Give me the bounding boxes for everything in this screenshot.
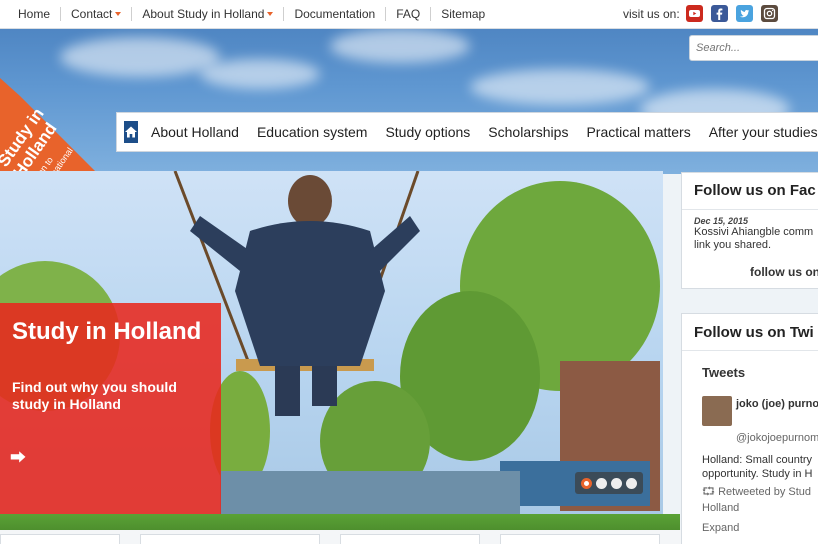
- facebook-icon[interactable]: [711, 5, 728, 22]
- retweet-icon: ⮔: [702, 486, 719, 498]
- avatar[interactable]: [702, 396, 732, 426]
- content-card[interactable]: [340, 534, 480, 544]
- twitter-panel: Follow us on Twi Tweets joko (joe) purno…: [681, 313, 818, 544]
- top-navigation: Home Contact About Study in Holland Docu…: [8, 0, 495, 28]
- retweet-info: ⮔ Retweeted by Stud: [702, 486, 811, 499]
- promo-title: Study in Holland: [12, 318, 202, 345]
- topnav-faq-label: FAQ: [396, 7, 421, 21]
- topnav-home-label: Home: [18, 7, 51, 21]
- topnav-faq-link[interactable]: FAQ: [386, 7, 432, 21]
- fb-post-date: Dec 15, 2015: [694, 216, 749, 226]
- content-card[interactable]: [500, 534, 660, 544]
- nav-scholarships[interactable]: Scholarships: [479, 124, 577, 140]
- fb-post-line-2: link you shared.: [694, 239, 772, 251]
- slider-dot-3[interactable]: [611, 477, 622, 489]
- tweet-expand-link[interactable]: Expand: [702, 522, 739, 535]
- topnav-about-link[interactable]: About Study in Holland: [132, 7, 285, 21]
- slider-dot-2[interactable]: [596, 477, 607, 489]
- topnav-documentation-label: Documentation: [294, 7, 376, 21]
- tweet-text-2: opportunity. Study in H: [702, 468, 813, 480]
- nav-after-your-studies[interactable]: After your studies: [700, 124, 818, 140]
- facebook-panel-title: Follow us on Fac: [694, 182, 816, 199]
- top-bar: Home Contact About Study in Holland Docu…: [0, 0, 818, 29]
- retweet-text: Retweeted by Stud: [718, 486, 812, 498]
- tweets-heading: Tweets: [702, 365, 746, 380]
- study-in-holland-promo[interactable]: Study in Holland Find out why you should…: [0, 303, 221, 514]
- instagram-icon[interactable]: [761, 5, 778, 22]
- topnav-home-link[interactable]: Home: [8, 7, 62, 21]
- slider-pagination: [575, 472, 643, 494]
- fb-follow-link[interactable]: follow us on: [682, 252, 818, 279]
- topnav-contact-label: Contact: [71, 7, 113, 21]
- content-card[interactable]: [0, 534, 120, 544]
- topnav-sitemap-label: Sitemap: [441, 7, 486, 21]
- chevron-down-icon: [267, 12, 274, 16]
- arrow-right-icon[interactable]: ⮕: [10, 444, 28, 467]
- slider-dot-4[interactable]: [626, 477, 637, 489]
- promo-text: Find out why you should study in Holland: [12, 379, 177, 412]
- nav-education-system[interactable]: Education system: [248, 124, 377, 140]
- nav-practical-matters[interactable]: Practical matters: [577, 124, 699, 140]
- search-input[interactable]: [689, 35, 818, 61]
- tweet-text-1: Holland: Small country: [702, 454, 813, 466]
- slider-dot-1[interactable]: [581, 477, 592, 489]
- twitter-panel-title: Follow us on Twi: [694, 324, 814, 341]
- tweet-user-handle[interactable]: @jokojoepurnom: [736, 432, 818, 445]
- facebook-panel: Follow us on Fac Dec 15, 2015 Kossivi Ah…: [681, 172, 818, 289]
- content-card[interactable]: [140, 534, 320, 544]
- topnav-sitemap-link[interactable]: Sitemap: [431, 7, 495, 21]
- tweet-user-name[interactable]: joko (joe) purno: [736, 398, 818, 411]
- youtube-icon[interactable]: [686, 5, 703, 22]
- nav-about-holland[interactable]: About Holland: [142, 124, 248, 140]
- visit-us-label: visit us on:: [623, 7, 680, 21]
- fb-post-line-1: Kossivi Ahiangble comm: [694, 226, 814, 238]
- topnav-contact-link[interactable]: Contact: [61, 7, 133, 21]
- main-navigation: About Holland Education system Study opt…: [116, 112, 818, 152]
- topnav-about-label: About Study in Holland: [142, 7, 265, 21]
- chevron-down-icon: [115, 12, 122, 16]
- twitter-icon[interactable]: [736, 5, 753, 22]
- nav-study-options[interactable]: Study options: [376, 124, 479, 140]
- topnav-documentation-link[interactable]: Documentation: [284, 7, 387, 21]
- grass-strip: [0, 514, 680, 530]
- home-icon[interactable]: [124, 121, 138, 143]
- retweet-info-2: Holland: [702, 502, 740, 514]
